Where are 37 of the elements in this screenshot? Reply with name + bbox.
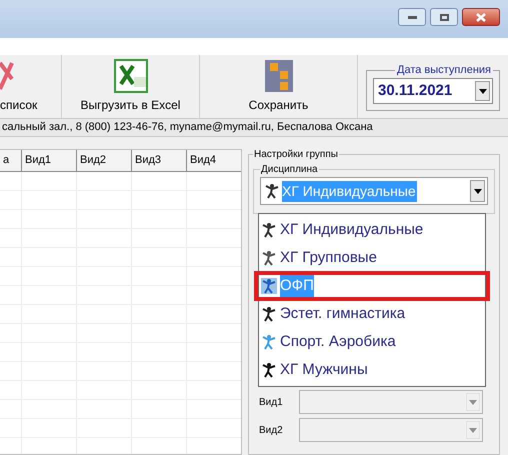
dropdown-option[interactable]: ХГ Мужчины: [259, 356, 485, 384]
field-label: Вид2: [259, 424, 284, 438]
group-title: Настройки группы: [253, 148, 339, 162]
date-picker[interactable]: 30.11.2021: [373, 78, 493, 104]
gymnast-icon: [261, 306, 277, 322]
group-title: Дата выступления: [396, 62, 492, 78]
gymnast-icon: [261, 334, 277, 350]
gymnast-icon: [264, 183, 280, 199]
dropdown-option[interactable]: Эстет. гимнастика: [259, 300, 485, 328]
column-header[interactable]: Вид1: [22, 150, 77, 171]
minimize-button[interactable]: [398, 8, 426, 26]
dropdown-arrow-icon: [469, 400, 477, 404]
dropdown-option[interactable]: Спорт. Аэробика: [259, 328, 485, 356]
save-icon: [264, 58, 294, 92]
group-title: Дисциплина: [260, 163, 319, 177]
column-header[interactable]: а: [0, 150, 22, 171]
toolbar-button[interactable]: Выгрузить в Excel: [62, 55, 200, 118]
dropdown-option[interactable]: ХГ Групповые: [259, 244, 485, 272]
toolbar-button[interactable]: Сохранить: [200, 55, 358, 118]
dropdown-arrow-icon: [474, 188, 482, 194]
dropdown-arrow-icon: [478, 88, 486, 94]
gymnast-icon: [261, 250, 277, 266]
close-button[interactable]: [462, 8, 500, 26]
close-icon: [476, 12, 486, 22]
field-label: Вид1: [259, 396, 284, 410]
dropdown-arrow-icon: [469, 428, 477, 432]
delete-icon: [0, 60, 14, 90]
gymnast-icon: [261, 278, 277, 294]
maximize-button[interactable]: [430, 8, 458, 26]
column-header[interactable]: Вид2: [77, 150, 132, 171]
gymnast-icon: [261, 362, 277, 378]
column-header[interactable]: Вид4: [187, 150, 241, 171]
toolbar-button[interactable]: список: [0, 55, 62, 118]
column-header[interactable]: Вид3: [132, 150, 187, 171]
spreadsheet-icon: [114, 58, 148, 92]
gymnast-icon: [261, 222, 277, 238]
dropdown-option[interactable]: ХГ Индивидуальные: [259, 216, 485, 244]
